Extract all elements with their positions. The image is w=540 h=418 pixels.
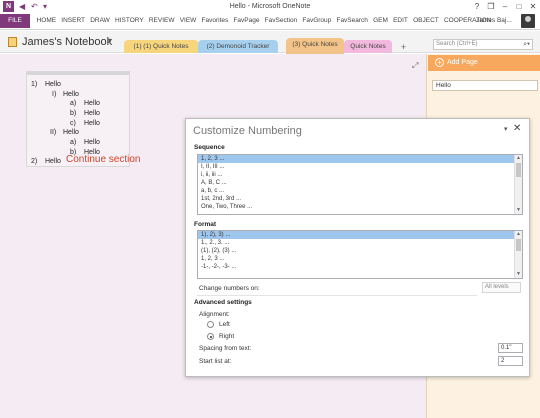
list-item[interactable]: b) Hello — [70, 109, 100, 118]
notebook-icon — [8, 37, 17, 47]
scroll-down-icon[interactable]: ▼ — [515, 271, 522, 278]
section-tab-4[interactable]: Quick Notes — [344, 40, 392, 53]
section-tab-1[interactable]: (1) (1) Quick Notes — [124, 40, 198, 53]
divider — [197, 295, 477, 296]
list-item[interactable]: 1, 2, 3 ... — [198, 255, 522, 263]
list-item[interactable]: 1., 2., 3. ... — [198, 239, 522, 247]
add-page-label: Add Page — [447, 59, 478, 66]
sequence-listbox[interactable]: 1, 2, 3 ... I, II, III ... i, ii, iii ..… — [197, 154, 523, 215]
start-list-label: Start list at: — [199, 358, 232, 365]
sequence-label: Sequence — [194, 144, 225, 151]
list-item[interactable]: 1st, 2nd, 3rd ... — [198, 195, 522, 203]
list-item[interactable]: a, b, c ... — [198, 187, 522, 195]
avatar[interactable] — [521, 14, 535, 28]
list-item[interactable]: a) Hello — [70, 99, 100, 108]
sequence-scrollbar[interactable]: ▲ ▼ — [514, 155, 522, 214]
notebook-name[interactable]: James's Notebook — [22, 35, 112, 49]
spacing-field[interactable]: 0.1" — [498, 343, 523, 353]
list-item[interactable]: a) Hello — [70, 138, 100, 147]
tab-object[interactable]: OBJECT — [411, 14, 442, 28]
ribbon-tab-bar: FILE HOME INSERT DRAW HISTORY REVIEW VIE… — [0, 13, 540, 30]
tab-history[interactable]: HISTORY — [112, 14, 146, 28]
tab-draw[interactable]: DRAW — [88, 14, 113, 28]
ribbon-tabs: HOME INSERT DRAW HISTORY REVIEW VIEW Fav… — [34, 14, 494, 28]
align-left-radio[interactable] — [207, 321, 214, 328]
chevron-down-icon[interactable]: ▾ — [108, 36, 112, 45]
scroll-up-icon[interactable]: ▲ — [515, 155, 522, 162]
expand-icon[interactable]: ⤢ — [412, 61, 418, 71]
change-numbers-select[interactable]: All levels — [482, 282, 521, 293]
customize-numbering-pane: Customize Numbering ▾ ✕ Sequence 1, 2, 3… — [185, 118, 530, 377]
format-label: Format — [194, 221, 217, 228]
scroll-down-icon[interactable]: ▼ — [515, 207, 522, 214]
pane-options-chevron-icon[interactable]: ▾ — [504, 125, 508, 133]
list-item[interactable]: (1), (2), (3) ... — [198, 247, 522, 255]
spacing-label: Spacing from text: — [199, 345, 252, 352]
list-item[interactable]: -1-, -2-, -3- ... — [198, 263, 522, 271]
plus-circle-icon: + — [435, 58, 444, 67]
change-numbers-label: Change numbers on: — [199, 285, 260, 292]
tab-favsearch[interactable]: FavSearch — [334, 14, 371, 28]
close-button[interactable]: ✕ — [526, 0, 540, 13]
outline-move-handle[interactable] — [27, 72, 129, 75]
align-right-label[interactable]: Right — [219, 332, 234, 341]
tab-review[interactable]: REVIEW — [146, 14, 177, 28]
list-item[interactable]: c) Hello — [70, 119, 100, 128]
scroll-thumb[interactable] — [516, 163, 521, 177]
pane-title: Customize Numbering — [193, 125, 302, 137]
list-item[interactable]: i, ii, iii ... — [198, 171, 522, 179]
maximize-button[interactable]: □ — [512, 0, 526, 13]
list-item[interactable]: 1), 2), 3) ... — [198, 231, 522, 239]
tab-view[interactable]: VIEW — [177, 14, 199, 28]
help-button[interactable]: ? — [470, 0, 484, 13]
change-numbers-value: All levels — [485, 284, 509, 290]
align-left-label[interactable]: Left — [219, 320, 230, 329]
user-name[interactable]: James Baj... — [476, 14, 512, 28]
add-page-button[interactable]: + Add Page — [428, 55, 540, 71]
search-input[interactable]: Search (Ctrl+E) ⌕▾ — [433, 39, 533, 50]
list-item[interactable]: I) Hello — [52, 90, 79, 99]
close-icon[interactable]: ✕ — [513, 123, 521, 134]
format-listbox[interactable]: 1), 2), 3) ... 1., 2., 3. ... (1), (2), … — [197, 230, 523, 279]
tab-insert[interactable]: INSERT — [59, 14, 88, 28]
format-scrollbar[interactable]: ▲ ▼ — [514, 231, 522, 278]
list-item[interactable]: One, Two, Three ... — [198, 203, 522, 211]
list-item[interactable]: A, B, C ... — [198, 179, 522, 187]
tab-gem[interactable]: GEM — [371, 14, 391, 28]
scroll-thumb[interactable] — [516, 239, 521, 251]
tab-favgroup[interactable]: FavGroup — [300, 14, 334, 28]
tab-favpage[interactable]: FavPage — [231, 14, 262, 28]
alignment-label: Alignment: — [199, 311, 230, 318]
title-bar: N ◀ ↶ ▾ Hello - Microsoft OneNote ? ❐ – … — [0, 0, 540, 13]
search-placeholder: Search (Ctrl+E) — [436, 41, 478, 47]
page-list-item[interactable]: Hello — [432, 80, 538, 91]
tab-file[interactable]: FILE — [0, 14, 30, 28]
add-section-button[interactable]: + — [398, 42, 409, 53]
tab-favsection[interactable]: FavSection — [262, 14, 300, 28]
list-item[interactable]: 1, 2, 3 ... — [198, 155, 522, 163]
section-tab-3[interactable]: (3) Quick Notes — [286, 38, 344, 54]
continue-section-label: Continue section — [66, 154, 141, 165]
tab-favorites[interactable]: Favorites — [199, 14, 231, 28]
list-item[interactable]: 1) Hello — [31, 80, 61, 89]
list-item[interactable]: II) Hello — [50, 128, 79, 137]
ribbon-display-options-button[interactable]: ❐ — [484, 0, 498, 13]
notebook-bar: James's Notebook ▾ (1) (1) Quick Notes (… — [0, 31, 540, 54]
list-item[interactable]: I, II, III ... — [198, 163, 522, 171]
tab-edit[interactable]: EDIT — [391, 14, 411, 28]
minimize-button[interactable]: – — [498, 0, 512, 13]
search-icon[interactable]: ⌕▾ — [523, 40, 530, 49]
section-tab-2[interactable]: (2) Demonoid Tracker — [198, 40, 278, 53]
scroll-up-icon[interactable]: ▲ — [515, 231, 522, 238]
list-item[interactable]: 2) Hello — [31, 157, 61, 166]
advanced-settings-label: Advanced settings — [194, 299, 252, 306]
start-list-field[interactable]: 2 — [498, 356, 523, 366]
tab-home[interactable]: HOME — [34, 14, 59, 28]
window-title: Hello - Microsoft OneNote — [229, 3, 311, 10]
align-right-radio[interactable] — [207, 333, 214, 340]
